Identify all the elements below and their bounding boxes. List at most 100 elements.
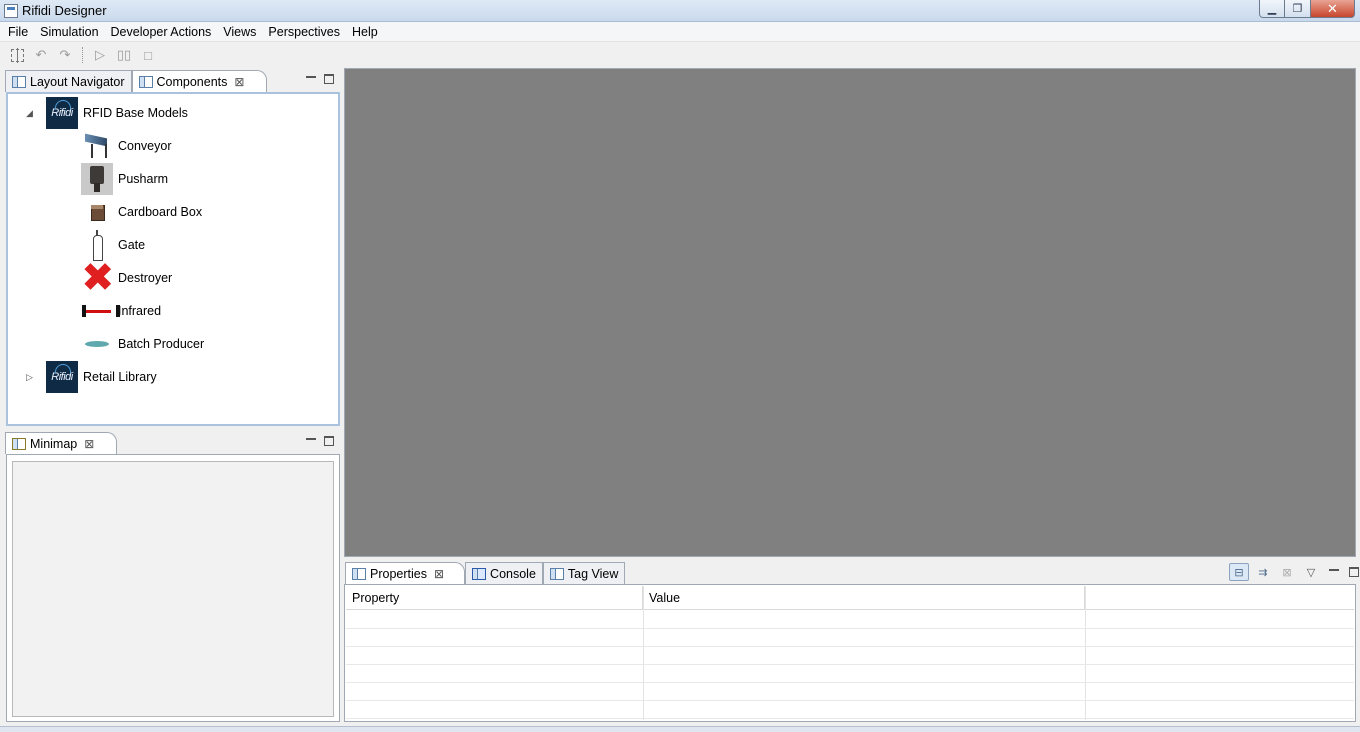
row-line <box>346 628 1354 629</box>
menu-bar: File Simulation Developer Actions Views … <box>0 22 1360 42</box>
row-line <box>346 682 1354 683</box>
undo-icon[interactable]: ↶ <box>32 46 50 64</box>
row-line <box>346 646 1354 647</box>
tree-item-cardboard-box[interactable]: Cardboard Box <box>81 196 202 228</box>
editor-canvas[interactable] <box>344 68 1356 557</box>
rifidi-logo-icon: Rifidi <box>46 361 78 393</box>
tree-item-destroyer[interactable]: ✖ Destroyer <box>81 255 173 301</box>
menu-file[interactable]: File <box>2 22 34 42</box>
tab-properties[interactable]: Properties ⊠ <box>345 562 466 584</box>
tab-label: Properties <box>370 566 427 581</box>
column-header-extra <box>1085 586 1354 610</box>
maximize-icon[interactable] <box>324 436 334 446</box>
tree-group-rfid-base-models[interactable]: Rifidi RFID Base Models <box>46 97 188 129</box>
components-tabbar: Layout Navigator Components ⊠ <box>5 70 268 92</box>
column-header-property[interactable]: Property <box>346 586 643 610</box>
minimize-icon[interactable] <box>1329 569 1339 579</box>
show-advanced-icon[interactable]: ⇉ <box>1253 563 1273 581</box>
components-icon <box>138 75 153 88</box>
menu-simulation[interactable]: Simulation <box>34 22 104 42</box>
show-categories-icon[interactable]: ⊟ <box>1229 563 1249 581</box>
row-line <box>346 700 1354 701</box>
menu-developer-actions[interactable]: Developer Actions <box>105 22 218 42</box>
minimize-button[interactable]: ▁ <box>1259 0 1285 18</box>
infrared-icon <box>81 295 120 327</box>
restore-default-icon[interactable]: ⊠ <box>1277 563 1297 581</box>
components-panel: ◢ Rifidi RFID Base Models Conveyor Pusha… <box>6 92 340 426</box>
tree-item-label: Batch Producer <box>118 337 205 351</box>
tree-item-pusharm[interactable]: Pusharm <box>81 163 168 195</box>
table-header: Property Value <box>346 586 1354 610</box>
title-bar: Rifidi Designer ▁ ❐ ✕ <box>0 0 1360 22</box>
toolbar: ↶ ↷ ▷ ▯▯ □ <box>0 43 1360 67</box>
tree-item-label: Conveyor <box>118 139 172 153</box>
view-menu-icon[interactable]: ▽ <box>1301 563 1321 581</box>
maximize-icon[interactable] <box>324 74 334 84</box>
close-icon[interactable]: ⊠ <box>84 437 94 451</box>
menu-help[interactable]: Help <box>346 22 384 42</box>
batch-producer-icon <box>81 328 113 360</box>
minimap-canvas[interactable] <box>12 461 334 717</box>
expand-arrow-icon[interactable]: ▷ <box>26 372 33 383</box>
tree-item-label: Cardboard Box <box>118 205 203 219</box>
tree-group-retail-library[interactable]: Rifidi Retail Library <box>46 361 157 393</box>
tree-item-batch-producer[interactable]: Batch Producer <box>81 328 204 360</box>
tree-group-label: Retail Library <box>83 370 157 384</box>
properties-tabbar: Properties ⊠ Console Tag View <box>345 562 626 584</box>
tree-item-label: Destroyer <box>118 271 173 285</box>
tab-label: Components <box>156 74 228 89</box>
pause-icon[interactable]: ▯▯ <box>115 46 133 64</box>
properties-icon <box>352 567 366 580</box>
minimap-panel-controls <box>306 434 334 448</box>
tab-label: Console <box>490 566 536 581</box>
tab-label: Layout Navigator <box>30 74 125 89</box>
restore-button[interactable]: ❐ <box>1285 0 1311 18</box>
stop-icon[interactable]: □ <box>139 46 157 64</box>
select-icon[interactable] <box>8 46 26 64</box>
redo-icon[interactable]: ↷ <box>56 46 74 64</box>
properties-panel-controls: ⊟ ⇉ ⊠ ▽ <box>1229 563 1359 581</box>
destroyer-icon: ✖ <box>81 255 115 301</box>
conveyor-icon <box>81 130 113 162</box>
properties-table: Property Value <box>346 586 1354 720</box>
maximize-icon[interactable] <box>1349 567 1359 577</box>
row-line <box>346 718 1354 719</box>
menu-views[interactable]: Views <box>217 22 262 42</box>
window-title: Rifidi Designer <box>22 3 107 18</box>
tab-label: Tag View <box>567 566 619 581</box>
menu-perspectives[interactable]: Perspectives <box>262 22 346 42</box>
tree-item-label: Gate <box>118 238 146 252</box>
close-button[interactable]: ✕ <box>1311 0 1355 18</box>
row-line <box>346 664 1354 665</box>
minimize-icon[interactable] <box>306 76 316 86</box>
components-panel-controls <box>306 72 334 86</box>
rifidi-logo-icon: Rifidi <box>46 97 78 129</box>
console-icon <box>472 567 487 580</box>
status-bar <box>0 726 1360 732</box>
pusharm-icon <box>81 163 113 195</box>
tab-minimap[interactable]: Minimap ⊠ <box>5 432 118 454</box>
toolbar-separator <box>82 47 83 63</box>
cardboard-box-icon <box>81 196 113 228</box>
window-controls: ▁ ❐ ✕ <box>1259 0 1355 18</box>
close-icon[interactable]: ⊠ <box>434 567 444 581</box>
app-icon <box>4 4 18 18</box>
tab-label: Minimap <box>30 436 78 451</box>
minimize-icon[interactable] <box>306 438 316 448</box>
play-icon[interactable]: ▷ <box>91 46 109 64</box>
tab-tag-view[interactable]: Tag View <box>542 562 626 584</box>
collapse-arrow-icon[interactable]: ◢ <box>26 108 33 119</box>
tree-group-label: RFID Base Models <box>83 106 188 120</box>
tab-console[interactable]: Console <box>465 562 543 584</box>
close-icon[interactable]: ⊠ <box>234 75 244 89</box>
tab-layout-navigator[interactable]: Layout Navigator <box>5 70 132 92</box>
tree-item-label: Infrared <box>118 304 162 318</box>
column-header-value[interactable]: Value <box>643 586 1085 610</box>
minimap-icon <box>12 437 26 450</box>
tree-item-label: Pusharm <box>118 172 169 186</box>
tag-view-icon <box>549 567 564 580</box>
minimap-tabbar: Minimap ⊠ <box>5 432 118 454</box>
tab-components[interactable]: Components ⊠ <box>131 70 268 92</box>
tree-item-conveyor[interactable]: Conveyor <box>81 130 172 162</box>
tree-item-infrared[interactable]: Infrared <box>81 295 161 327</box>
